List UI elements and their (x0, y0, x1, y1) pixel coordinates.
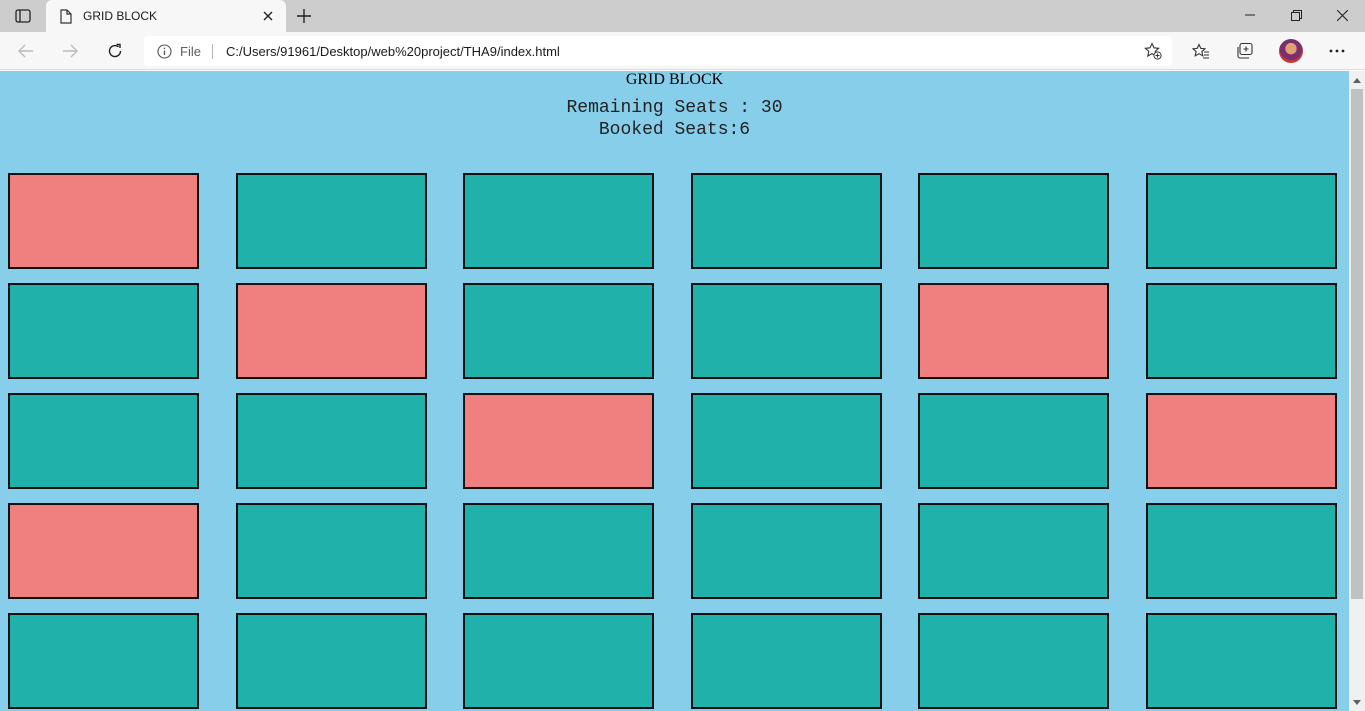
star-plus-icon[interactable] (1144, 42, 1162, 60)
forward-arrow-icon[interactable] (58, 39, 82, 63)
seat-available[interactable] (1145, 613, 1337, 709)
url-text[interactable]: C:/Users/91961/Desktop/web%20project/THA… (226, 44, 560, 59)
seat-available[interactable] (918, 613, 1110, 709)
seat-available[interactable] (235, 393, 427, 489)
collections-icon[interactable] (1233, 39, 1257, 63)
seat-available[interactable] (463, 613, 655, 709)
tab-strip: GRID BLOCK (0, 0, 1365, 32)
seat-available[interactable] (690, 503, 882, 599)
info-icon[interactable] (156, 43, 172, 59)
favorites-icon[interactable] (1189, 39, 1213, 63)
address-divider (212, 44, 213, 59)
plus-icon[interactable] (292, 5, 316, 27)
seat-available[interactable] (918, 503, 1110, 599)
scroll-thumb[interactable] (1351, 89, 1363, 599)
navigation-bar: File C:/Users/91961/Desktop/web%20projec… (0, 32, 1365, 70)
seat-stats: Remaining Seats : 30 Booked Seats:6 (0, 97, 1349, 141)
scheme-label: File (180, 44, 201, 59)
seat-available[interactable] (235, 173, 427, 269)
minimize-icon[interactable] (1227, 0, 1273, 30)
seat-grid (8, 173, 1337, 709)
seat-booked[interactable] (1145, 393, 1337, 489)
seat-available[interactable] (463, 173, 655, 269)
refresh-icon[interactable] (103, 39, 127, 63)
tab-actions-icon[interactable] (8, 6, 38, 26)
restore-icon[interactable] (1273, 0, 1319, 30)
browser-tab[interactable]: GRID BLOCK (46, 0, 286, 32)
seat-available[interactable] (8, 283, 199, 379)
booked-seats-text: Booked Seats:6 (598, 120, 751, 140)
seat-available[interactable] (1145, 503, 1337, 599)
seat-available[interactable] (8, 393, 199, 489)
back-arrow-icon[interactable] (14, 39, 38, 63)
seat-available[interactable] (690, 173, 882, 269)
seat-booked[interactable] (918, 283, 1110, 379)
file-icon (58, 8, 74, 24)
seat-booked[interactable] (8, 503, 199, 599)
scroll-down-icon[interactable] (1349, 695, 1365, 709)
close-window-icon[interactable] (1319, 0, 1365, 30)
profile-avatar-image (1279, 39, 1303, 63)
seat-available[interactable] (918, 393, 1110, 489)
page-title: GRID BLOCK (625, 71, 724, 88)
avatar[interactable] (1279, 39, 1303, 63)
close-icon[interactable] (260, 8, 276, 24)
remaining-seats-text: Remaining Seats : 30 (566, 98, 783, 118)
seat-available[interactable] (1145, 283, 1337, 379)
page-viewport: GRID BLOCK Remaining Seats : 30 Booked S… (0, 71, 1349, 711)
seat-available[interactable] (690, 283, 882, 379)
seat-available[interactable] (235, 503, 427, 599)
seat-available[interactable] (690, 613, 882, 709)
vertical-scrollbar[interactable] (1349, 71, 1365, 711)
seat-available[interactable] (690, 393, 882, 489)
seat-available[interactable] (1145, 173, 1337, 269)
seat-available[interactable] (463, 503, 655, 599)
seat-available[interactable] (235, 613, 427, 709)
tab-title: GRID BLOCK (83, 9, 158, 23)
seat-available[interactable] (463, 283, 655, 379)
address-bar[interactable]: File C:/Users/91961/Desktop/web%20projec… (144, 36, 1172, 66)
seat-available[interactable] (8, 613, 199, 709)
seat-booked[interactable] (235, 283, 427, 379)
seat-booked[interactable] (8, 173, 199, 269)
scroll-up-icon[interactable] (1349, 73, 1365, 87)
seat-booked[interactable] (463, 393, 655, 489)
more-icon[interactable] (1325, 39, 1349, 63)
seat-available[interactable] (918, 173, 1110, 269)
